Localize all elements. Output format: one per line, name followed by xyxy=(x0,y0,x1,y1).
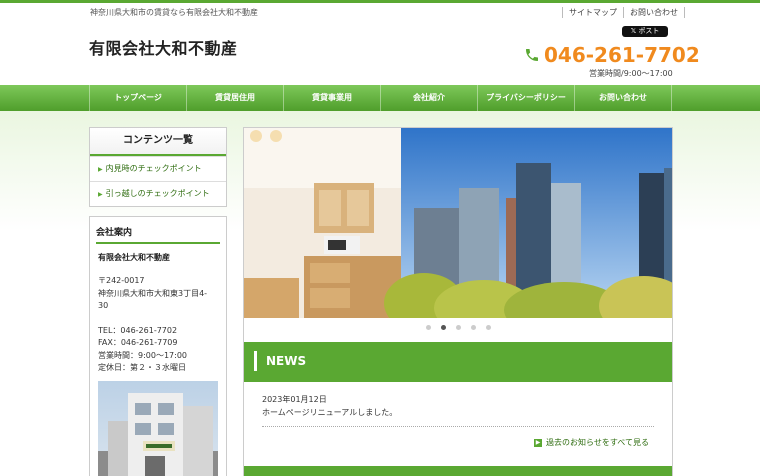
site-logo-title[interactable]: 有限会社大和不動産 xyxy=(89,35,238,59)
phone-number[interactable]: 046-261-7702 xyxy=(524,43,700,67)
top-links: サイトマップ お問い合わせ xyxy=(562,7,685,18)
hero-slider[interactable] xyxy=(244,128,672,318)
sitemap-link[interactable]: サイトマップ xyxy=(562,7,624,18)
company-postal: 〒242-0017 xyxy=(98,276,145,285)
contact-link[interactable]: お問い合わせ xyxy=(624,7,685,18)
company-address-1: 神奈川県大和市大和東3丁目4- xyxy=(98,288,208,298)
nav-item-business[interactable]: 賃貸事業用 xyxy=(284,85,381,111)
company-tel: TEL：046-261-7702 xyxy=(98,325,178,335)
news-title: NEWS xyxy=(266,354,307,368)
top-accent-line xyxy=(0,0,760,3)
company-closed-days: 定休日：第２・３水曜日 xyxy=(98,363,186,372)
company-name: 有限会社大和不動産 xyxy=(98,253,170,262)
slider-dot[interactable] xyxy=(470,325,476,330)
x-post-button[interactable]: 𝕏 ポスト xyxy=(622,26,668,37)
slider-dot[interactable] xyxy=(485,325,491,330)
company-fax: FAX：046-261-7709 xyxy=(98,338,178,347)
slider-dot[interactable] xyxy=(425,325,431,330)
contents-menu: コンテンツ一覧 ▶ 内見時のチェックポイント ▶ 引っ越しのチェックポイント xyxy=(89,127,227,207)
contents-item-moving[interactable]: ▶ 引っ越しのチェックポイント xyxy=(90,181,226,206)
company-hours: 営業時間：9:00～17:00 xyxy=(98,350,188,360)
nav-item-residential[interactable]: 賃貸居住用 xyxy=(187,85,284,111)
global-nav: トップページ 賃貸居住用 賃貸事業用 会社紹介 プライバシーポリシー お問い合わ… xyxy=(0,85,760,111)
news-date: 2023年01月12日 xyxy=(262,395,327,404)
company-info-title: 会社案内 xyxy=(96,225,220,244)
nav-item-privacy[interactable]: プライバシーポリシー xyxy=(478,85,575,111)
nav-item-company[interactable]: 会社紹介 xyxy=(381,85,478,111)
nav-item-top[interactable]: トップページ xyxy=(90,85,187,111)
news-header-marker xyxy=(254,351,257,371)
contents-menu-title: コンテンツ一覧 xyxy=(90,128,226,156)
hero-slide-image xyxy=(244,128,672,318)
main-content: NEWS 2023年01月12日 ホームページリニューアルしました。 ▶ 過去の… xyxy=(243,127,673,476)
arrow-right-icon: ▶ xyxy=(98,191,103,198)
news-archive-label: 過去のお知らせをすべて見る xyxy=(546,438,649,447)
nav-item-contact[interactable]: お問い合わせ xyxy=(575,85,672,111)
company-info: 会社案内 有限会社大和不動産 〒242-0017 神奈川県大和市大和東3丁目4-… xyxy=(89,216,227,476)
office-building-photo xyxy=(98,381,218,476)
phone-icon xyxy=(526,49,538,61)
slider-dot[interactable] xyxy=(455,325,461,330)
news-text[interactable]: ホームページリニューアルしました。 xyxy=(262,407,397,418)
company-address-2: 30 xyxy=(98,301,109,310)
business-hours: 営業時間/9:00～17:00 xyxy=(589,69,673,78)
phone-number-text: 046-261-7702 xyxy=(544,43,700,67)
site-tagline: 神奈川県大和市の賃貸なら有限会社大和不動産 xyxy=(90,8,258,17)
arrow-right-icon: ▶ xyxy=(534,438,542,447)
news-header: NEWS xyxy=(244,342,672,382)
news-divider xyxy=(262,426,654,427)
news-archive-link[interactable]: ▶ 過去のお知らせをすべて見る xyxy=(534,437,649,448)
slider-pagination xyxy=(244,325,672,330)
arrow-right-icon: ▶ xyxy=(98,166,103,173)
contents-item-viewing[interactable]: ▶ 内見時のチェックポイント xyxy=(90,156,226,181)
slider-dot-active[interactable] xyxy=(440,325,446,330)
x-post-label: ポスト xyxy=(638,27,660,35)
